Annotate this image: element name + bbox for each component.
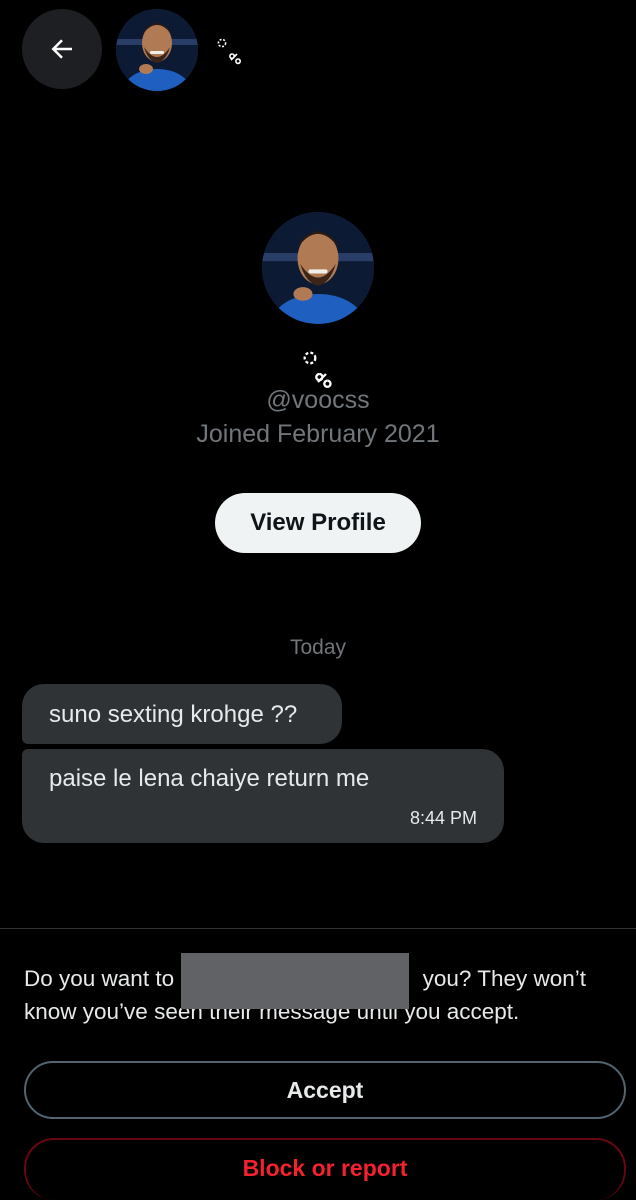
- avatar-photo: [116, 9, 198, 91]
- profile-avatar[interactable]: [262, 212, 374, 324]
- profile-display-name-symbol: [298, 350, 338, 390]
- message-bubble[interactable]: paise le lena chaiye return me 8:44 PM: [22, 749, 504, 843]
- message-text: suno sexting krohge ??: [49, 701, 298, 728]
- block-or-report-button[interactable]: Block or report: [24, 1138, 626, 1200]
- back-button[interactable]: [22, 9, 102, 89]
- arrow-left-icon: [51, 39, 72, 59]
- avatar-photo: [262, 212, 374, 324]
- divider: [0, 928, 636, 929]
- display-name-symbol: [214, 38, 244, 68]
- joined-date: Joined February 2021: [196, 420, 440, 448]
- request-text-before: Do you want to: [24, 966, 175, 991]
- message-text: paise le lena chaiye return me: [49, 765, 370, 792]
- decorative-name-icon: [217, 38, 242, 65]
- profile-handle: @voocss: [266, 386, 370, 414]
- decorative-name-icon: [303, 351, 332, 388]
- message-timestamp: 8:44 PM: [409, 808, 477, 828]
- accept-button[interactable]: Accept: [24, 1061, 626, 1119]
- day-separator: Today: [289, 636, 347, 659]
- message-bubble[interactable]: suno sexting krohge ??: [22, 684, 342, 744]
- view-profile-button[interactable]: View Profile: [215, 493, 421, 553]
- redaction-box: [181, 953, 409, 1009]
- header-avatar[interactable]: [116, 9, 198, 91]
- dm-request-screen: @voocss Joined February 2021 View Profil…: [0, 0, 636, 1200]
